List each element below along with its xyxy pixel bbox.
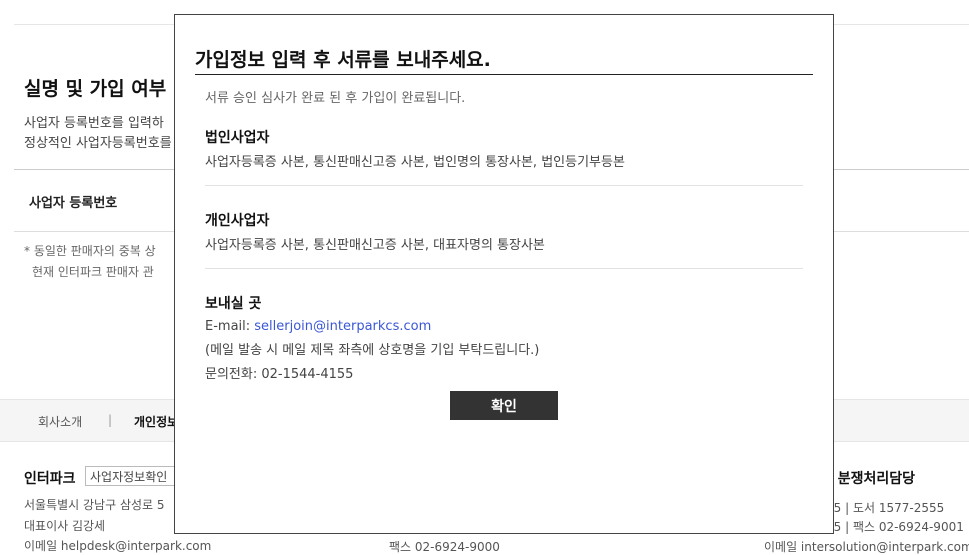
corporate-business-heading: 법인사업자 <box>205 130 270 146</box>
email-link[interactable]: sellerjoin@interparkcs.com <box>254 319 431 334</box>
footer-ceo: 대표이사 김강세 <box>24 519 106 533</box>
business-number-label: 사업자 등록번호 <box>29 196 118 211</box>
footer-brand: 인터파크 <box>24 471 76 487</box>
footer-email: 이메일 helpdesk@interpark.com <box>24 539 212 553</box>
corporate-business-section: 법인사업자 사업자등록증 사본, 통신판매신고증 사본, 법인명의 통장사본, … <box>205 127 803 170</box>
notice-line-2: 현재 인터파크 판매자 관 <box>32 265 154 279</box>
footer-address: 서울특별시 강남구 삼성로 5 <box>24 498 165 512</box>
footer-link-privacy[interactable]: 개인정보 <box>134 413 178 430</box>
individual-business-heading: 개인사업자 <box>205 213 270 229</box>
footer-link-about[interactable]: 회사소개 <box>38 413 82 430</box>
send-to-section: 보내실 곳 E-mail: sellerjoin@interparkcs.com… <box>205 293 803 382</box>
business-info-verify-button[interactable]: 사업자정보확인 <box>85 466 175 486</box>
send-to-heading: 보내실 곳 <box>205 296 262 312</box>
individual-business-section: 개인사업자 사업자등록증 사본, 통신판매신고증 사본, 대표자명의 통장사본 <box>205 210 803 253</box>
footer-dispute-title: 래 분쟁처리담당 <box>820 471 916 487</box>
email-label: E-mail: <box>205 319 255 334</box>
page-title: 실명 및 가입 여부 <box>24 78 167 100</box>
document-submission-modal: 가입정보 입력 후 서류를 보내주세요. 서류 승인 심사가 완료 된 후 가입… <box>174 14 834 534</box>
inquiry-phone: 문의전화: 02-1544-4155 <box>205 367 354 382</box>
footer-dispute-fax: 55 | 팩스 02-6924-9001 <box>826 520 964 534</box>
modal-subtitle: 서류 승인 심사가 완료 된 후 가입이 완료됩니다. <box>205 91 466 106</box>
corporate-business-docs: 사업자등록증 사본, 통신판매신고증 사본, 법인명의 통장사본, 법인등기부등… <box>205 155 625 170</box>
section-divider <box>205 185 803 186</box>
page-description-line-1: 사업자 등록번호를 입력하 <box>24 116 164 131</box>
confirm-button[interactable]: 확인 <box>450 391 558 420</box>
email-notice: (메일 발송 시 메일 제목 좌측에 상호명을 기입 부탁드립니다.) <box>205 343 540 358</box>
modal-title: 가입정보 입력 후 서류를 보내주세요. <box>195 49 491 71</box>
individual-business-docs: 사업자등록증 사본, 통신판매신고증 사본, 대표자명의 통장사본 <box>205 238 545 253</box>
email-line: E-mail: sellerjoin@interparkcs.com <box>205 319 803 334</box>
footer-fax: 팩스 02-6924-9000 <box>389 540 500 554</box>
page-description-line-2: 정상적인 사업자등록번호를 <box>24 136 172 151</box>
footer-dispute-phone: 55 | 도서 1577-2555 <box>826 501 945 515</box>
notice-line-1: * 동일한 판매자의 중복 상 <box>24 244 156 258</box>
footer-nav-separator: | <box>108 413 113 427</box>
footer-dispute-email: 이메일 intersolution@interpark.com <box>764 540 969 554</box>
modal-title-divider <box>195 74 813 75</box>
section-divider <box>205 268 803 269</box>
